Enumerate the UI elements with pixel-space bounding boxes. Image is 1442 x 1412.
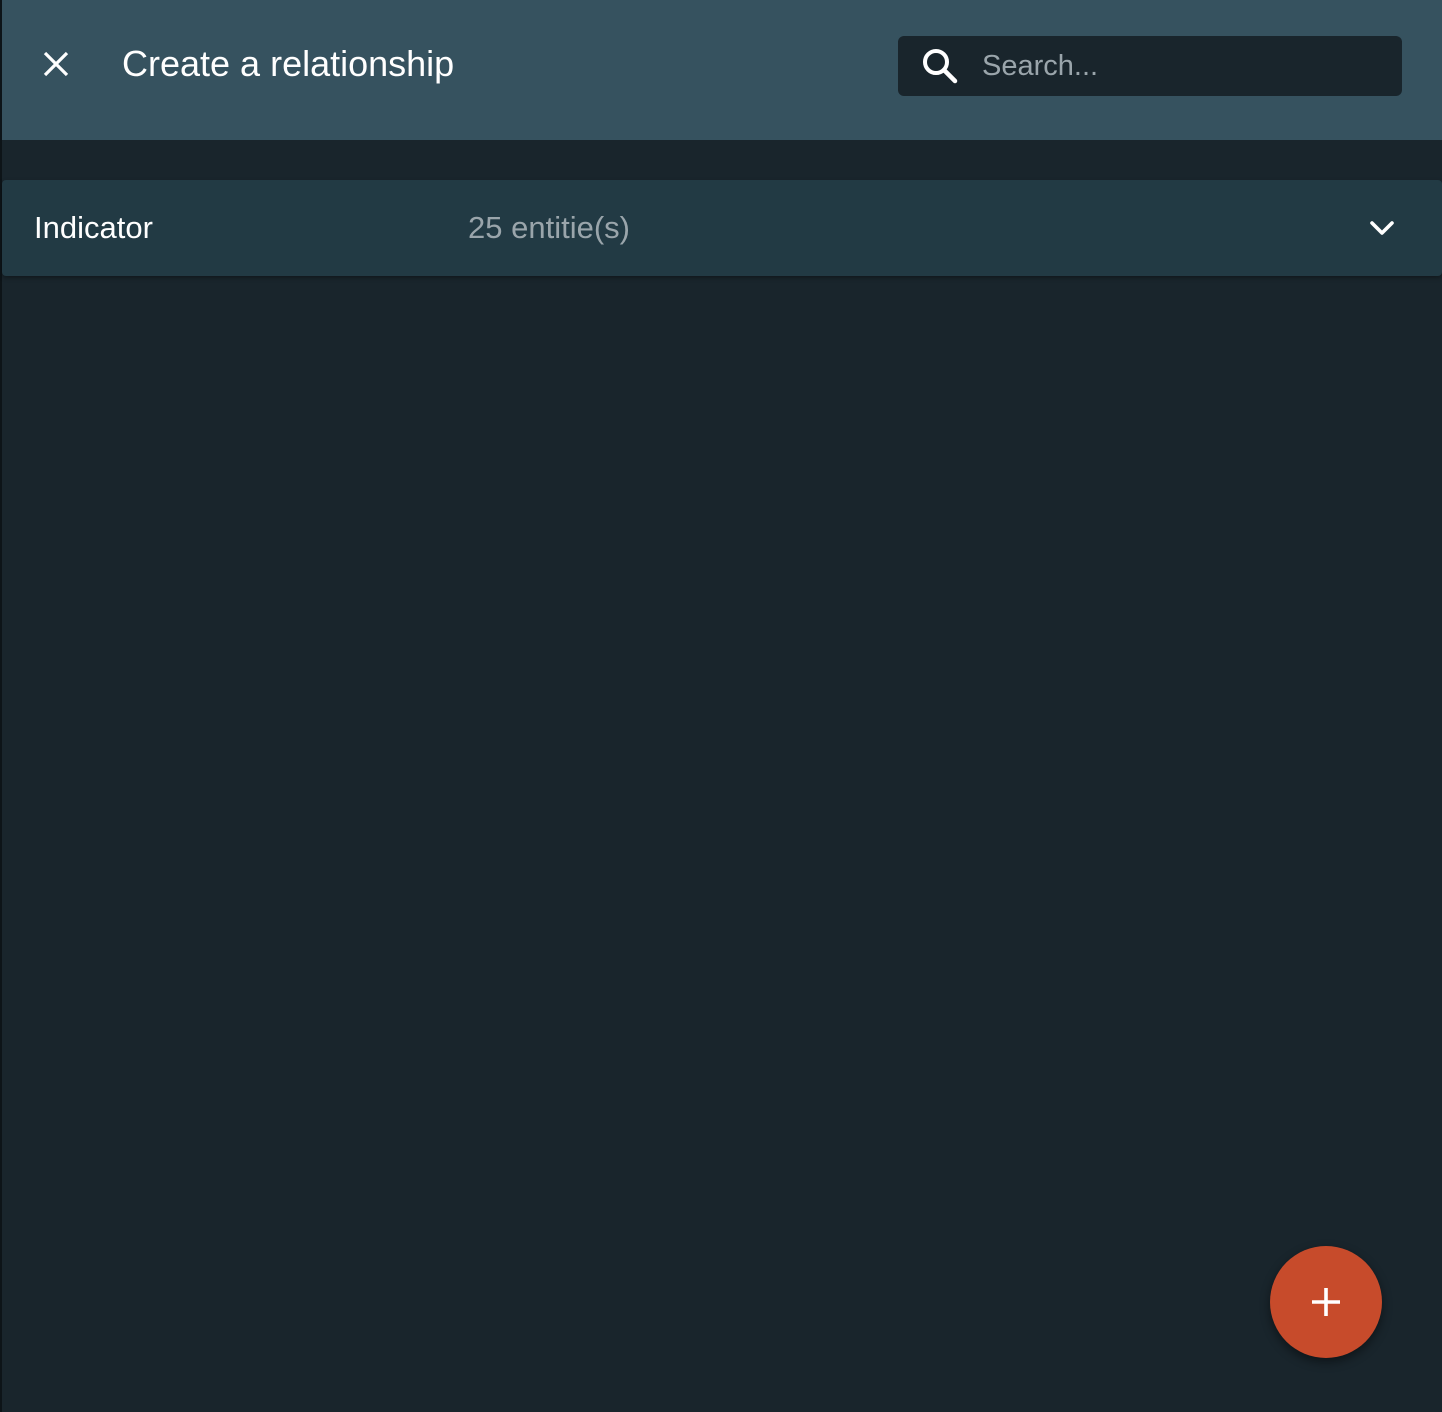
entity-count: 25 entitie(s) [468, 210, 630, 245]
create-relationship-panel: Create a relationship Indicator 25 entit… [2, 0, 1442, 1412]
search-input[interactable] [982, 36, 1382, 96]
close-icon [43, 51, 69, 77]
plus-icon [1312, 1288, 1340, 1316]
close-button[interactable] [32, 38, 80, 90]
add-entity-button[interactable] [1270, 1246, 1382, 1358]
entity-type-group-indicator[interactable]: Indicator 25 entitie(s) [2, 180, 1442, 276]
chevron-down-icon[interactable] [1362, 208, 1402, 248]
panel-header: Create a relationship [2, 0, 1442, 140]
page-title: Create a relationship [122, 43, 455, 84]
entity-type-label: Indicator [34, 210, 153, 245]
search-box[interactable] [898, 36, 1402, 96]
search-icon [923, 49, 958, 84]
